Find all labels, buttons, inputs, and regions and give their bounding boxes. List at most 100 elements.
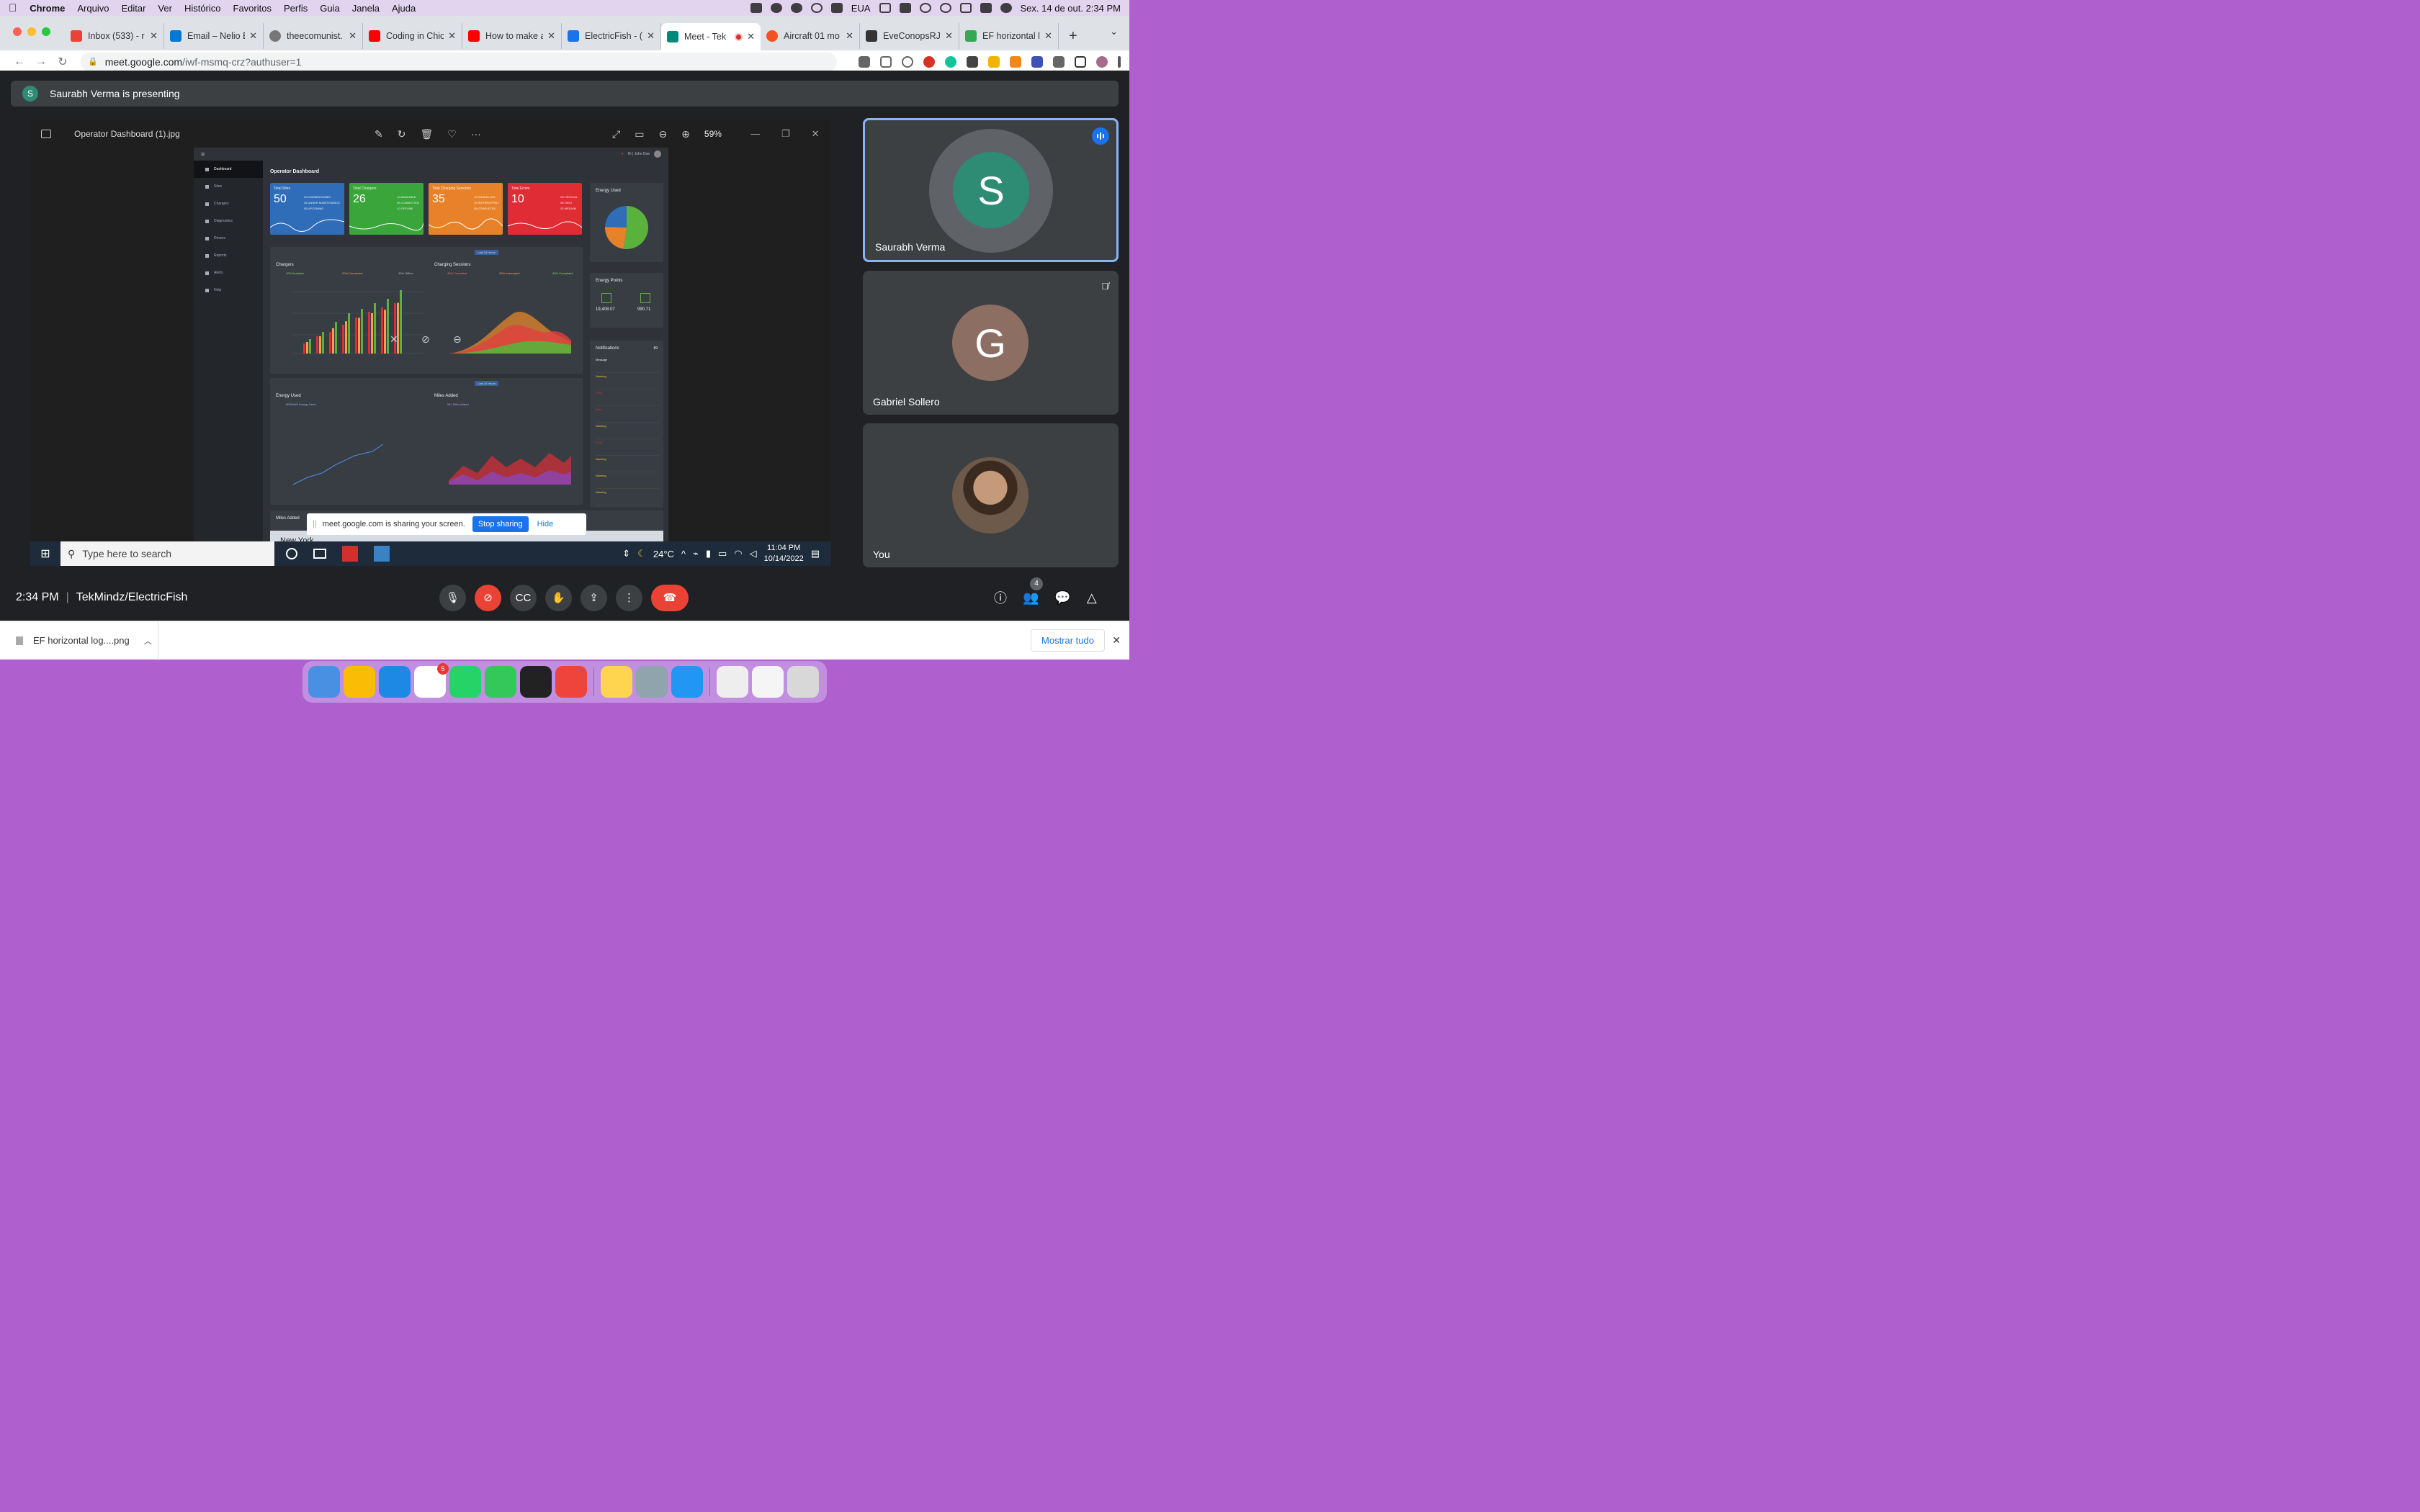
windows-clock[interactable]: 11:04 PM 10/14/2022	[764, 543, 804, 564]
tab-search-chevron-icon[interactable]: ⌄	[1110, 26, 1118, 37]
menubar-clock[interactable]: Sex. 14 de out. 2:34 PM	[1021, 3, 1121, 14]
close-downloads-icon[interactable]: ✕	[1112, 634, 1121, 647]
tab-outlook[interactable]: Email – Nelio E ✕	[164, 23, 264, 49]
menu-ver[interactable]: Ver	[158, 3, 172, 14]
minimize-window-button[interactable]	[27, 27, 36, 36]
chrome-icon[interactable]	[344, 666, 375, 698]
notes-icon[interactable]	[601, 666, 632, 698]
profile-avatar[interactable]	[1096, 55, 1108, 68]
camera-in-use-icon[interactable]	[859, 55, 870, 68]
edit-image-icon[interactable]: ✎	[375, 128, 383, 140]
delete-icon[interactable]: 🗑	[420, 128, 433, 140]
camera-off-button[interactable]: ⊘	[475, 584, 501, 611]
siri-icon[interactable]	[1000, 3, 1012, 13]
menu-guia[interactable]: Guia	[320, 3, 339, 14]
tab-theecomunist[interactable]: theecomunist. ✕	[264, 23, 363, 49]
status-app-icon[interactable]	[750, 3, 762, 13]
meeting-info-icon[interactable]: ⓘ	[994, 588, 1007, 607]
slack-icon[interactable]: 5	[414, 663, 449, 698]
tab-youtube-howto[interactable]: How to make a ✕	[462, 23, 562, 49]
viewer-minimize-icon[interactable]: —	[750, 128, 760, 140]
menu-ajuda[interactable]: Ajuda	[392, 3, 416, 14]
tab-gmail[interactable]: Inbox (533) - r ✕	[65, 23, 164, 49]
address-bar[interactable]: 🔒 meet.google.com/iwf-msmq-crz?authuser=…	[81, 52, 837, 71]
extension-se-icon[interactable]	[967, 55, 978, 68]
input-source-label[interactable]: EUA	[851, 3, 871, 14]
cortana-icon[interactable]	[286, 548, 297, 559]
wifi-icon[interactable]	[919, 3, 931, 13]
anydesk-icon[interactable]	[555, 666, 587, 698]
close-tab-icon[interactable]: ✕	[349, 30, 357, 42]
whatsapp-icon[interactable]	[449, 666, 481, 698]
window-thumb-1-icon[interactable]	[717, 666, 748, 698]
lock-icon[interactable]: 🔒	[88, 57, 98, 66]
fit-screen-icon[interactable]: ▭	[635, 128, 644, 140]
present-screen-button[interactable]: ⇪	[581, 584, 607, 611]
stop-sharing-button[interactable]: Stop sharing	[472, 516, 529, 532]
participant-tile-saurabh[interactable]: S Saurabh Verma	[863, 118, 1119, 262]
creative-cloud-icon[interactable]	[770, 3, 782, 13]
close-tab-icon[interactable]: ✕	[846, 30, 853, 42]
preview-icon[interactable]	[636, 666, 668, 698]
control-center-icon[interactable]	[980, 3, 992, 13]
menu-arquivo[interactable]: Arquivo	[77, 3, 109, 14]
more-options-icon[interactable]: ···	[471, 128, 481, 140]
close-tab-icon[interactable]: ✕	[945, 30, 953, 42]
close-tab-icon[interactable]: ✕	[647, 30, 655, 42]
tab-aircraft[interactable]: Aircraft 01 mo ✕	[761, 23, 860, 49]
participant-tile-you[interactable]: You	[863, 423, 1119, 567]
status-app-2-icon[interactable]	[790, 3, 802, 13]
tab-calendar-electricfish[interactable]: ElectricFish - ( ✕	[562, 23, 661, 49]
bluetooth-icon[interactable]	[959, 3, 972, 13]
tray-battery-icon[interactable]: ▭	[718, 548, 727, 559]
tray-network-icon[interactable]: ⌁	[693, 548, 699, 559]
task-view-icon[interactable]	[313, 549, 326, 559]
menu-janela[interactable]: Janela	[352, 3, 380, 14]
menu-favoritos[interactable]: Favoritos	[233, 3, 272, 14]
menu-historico[interactable]: Histórico	[184, 3, 221, 14]
windows-search-box[interactable]: ⚲ Type here to search	[60, 541, 274, 566]
play-icon[interactable]	[810, 3, 823, 13]
viewer-close-icon[interactable]: ✕	[812, 128, 820, 140]
tab-drive-ef[interactable]: EF horizontal l ✕	[959, 23, 1059, 49]
spotlight-search-icon[interactable]	[939, 3, 951, 13]
fullscreen-window-button[interactable]	[42, 27, 50, 36]
keyboard-layout-icon[interactable]	[830, 3, 843, 13]
more-options-button[interactable]: ⋮	[616, 584, 642, 611]
tray-wifi-icon[interactable]: ◠	[734, 548, 742, 559]
tab-meet[interactable]: Meet - Tek ✕	[661, 23, 761, 50]
menu-app-chrome[interactable]: Chrome	[30, 3, 65, 14]
chat-icon[interactable]: 💬	[1054, 590, 1070, 606]
menu-editar[interactable]: Editar	[121, 3, 145, 14]
rotate-icon[interactable]: ↻	[398, 128, 406, 140]
window-thumb-2-icon[interactable]	[752, 666, 784, 698]
raise-hand-button[interactable]: ✋	[545, 584, 572, 611]
acrobat-icon[interactable]	[342, 546, 358, 562]
chevron-up-icon[interactable]: ︿	[144, 635, 152, 647]
share-icon[interactable]	[880, 55, 892, 68]
reload-icon[interactable]: ↻	[52, 55, 73, 69]
apple-menu-icon[interactable]: 	[9, 2, 17, 14]
meeting-code[interactable]: TekMindz/ElectricFish	[76, 591, 188, 603]
safari-icon[interactable]	[671, 666, 703, 698]
grammarly-icon[interactable]	[945, 55, 956, 68]
hide-banner-button[interactable]: Hide	[537, 520, 554, 528]
action-center-icon[interactable]: ▤	[811, 548, 820, 559]
tab-youtube-coding[interactable]: Coding in Chic ✕	[363, 23, 462, 49]
zoom-out-icon[interactable]: ⊖	[658, 128, 667, 140]
tray-chevron-icon[interactable]: ^	[681, 549, 686, 559]
captions-button[interactable]: CC	[510, 584, 537, 611]
favorite-heart-icon[interactable]: ♡	[447, 128, 457, 140]
tray-volume-icon[interactable]: ◁	[750, 548, 757, 559]
extension-save-icon[interactable]	[1031, 55, 1043, 68]
close-tab-icon[interactable]: ✕	[448, 30, 456, 42]
activities-icon[interactable]: △	[1087, 590, 1097, 606]
close-tab-icon[interactable]: ✕	[249, 30, 257, 42]
expand-icon[interactable]: ⤢	[612, 128, 620, 140]
back-arrow-icon[interactable]: ←	[9, 55, 30, 68]
new-tab-button[interactable]: +	[1069, 28, 1077, 45]
people-button[interactable]: 👥 4	[1023, 577, 1043, 606]
facetime-icon[interactable]	[485, 666, 516, 698]
show-all-downloads-button[interactable]: Mostrar tudo	[1031, 629, 1105, 652]
download-item[interactable]: EF horizontal log....png ︿	[0, 621, 158, 660]
